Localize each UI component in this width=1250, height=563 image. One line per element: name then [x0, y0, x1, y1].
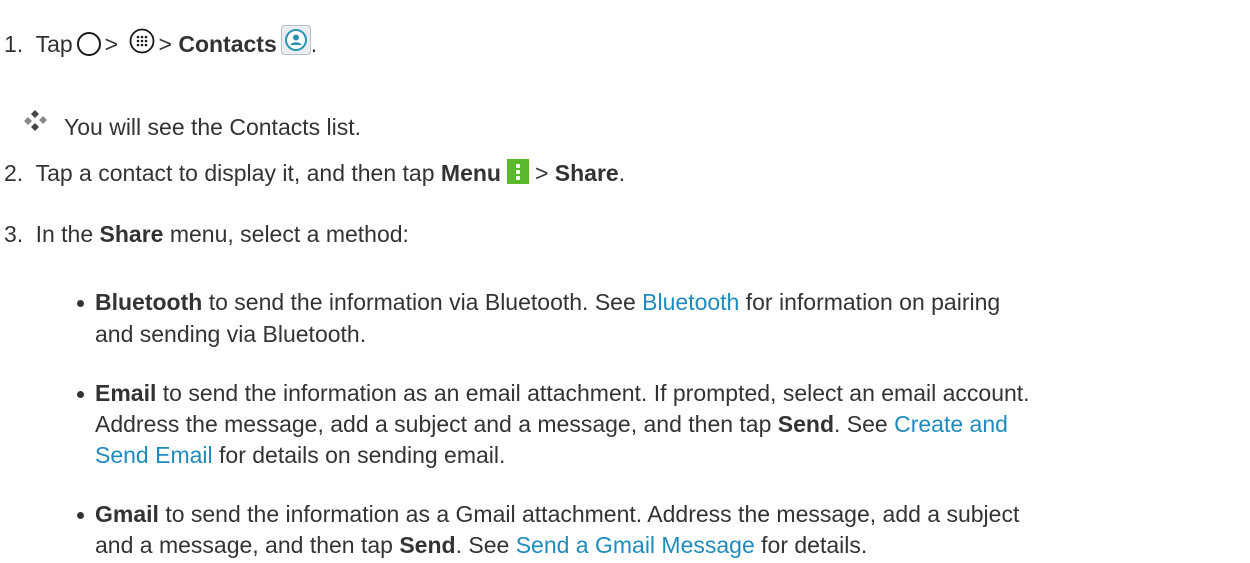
bluetooth-link[interactable]: Bluetooth: [642, 289, 739, 315]
step-number: 3.: [4, 221, 24, 247]
share-label: Share: [554, 160, 619, 186]
step-text: Tap: [35, 31, 73, 57]
step-3: 3. In the Share menu, select a method:: [4, 220, 409, 248]
apps-icon: [129, 28, 154, 54]
bullet-dot: [77, 300, 84, 307]
send-label: Send: [777, 411, 835, 437]
step-2: 2. Tap a contact to display it, and then…: [4, 159, 626, 186]
separator: >: [104, 31, 119, 57]
bullet-dot: [77, 391, 84, 398]
email-label: Email: [95, 380, 157, 406]
separator: >: [534, 160, 549, 186]
contacts-app-icon: [280, 25, 311, 55]
bullet-dot: [77, 512, 84, 519]
step-text: In the: [35, 221, 94, 247]
separator: >: [158, 31, 172, 57]
share-label: Share: [99, 221, 164, 247]
step-number: 1.: [4, 31, 24, 57]
menu-icon: [506, 159, 529, 184]
bluetooth-item-line-2: and sending via Bluetooth.: [95, 321, 367, 347]
note-text: You will see the Contacts list.: [64, 114, 362, 140]
send-label: Send: [399, 532, 456, 558]
create-and-send-email-link-cont[interactable]: Send Email: [95, 442, 213, 468]
gmail-item-line-2: and a message, and then tap Send. See Se…: [95, 532, 868, 558]
bluetooth-item-line-1: Bluetooth to send the information via Bl…: [95, 289, 1001, 315]
menu-label: Menu: [440, 160, 501, 186]
home-circle-icon: [76, 32, 101, 56]
diamond-bullet-icon: [24, 110, 47, 131]
create-and-send-email-link[interactable]: Create and: [894, 411, 1008, 437]
contacts-label: Contacts: [178, 31, 277, 57]
step-text: Tap a contact to display it, and then ta…: [35, 160, 435, 186]
step-1: 1. Tap > > Contacts .: [4, 25, 317, 58]
email-item-line-2: Address the message, add a subject and a…: [95, 411, 1008, 437]
bluetooth-label: Bluetooth: [95, 289, 203, 315]
gmail-label: Gmail: [95, 501, 159, 527]
send-gmail-message-link[interactable]: Send a Gmail Message: [516, 532, 755, 558]
email-item-line-3: Send Email for details on sending email.: [95, 442, 506, 468]
gmail-item-line-1: Gmail to send the information as a Gmail…: [95, 501, 1020, 527]
step-number: 2.: [4, 160, 24, 186]
email-item-line-1: Email to send the information as an emai…: [95, 380, 1030, 406]
step-text: menu, select a method:: [169, 221, 409, 247]
